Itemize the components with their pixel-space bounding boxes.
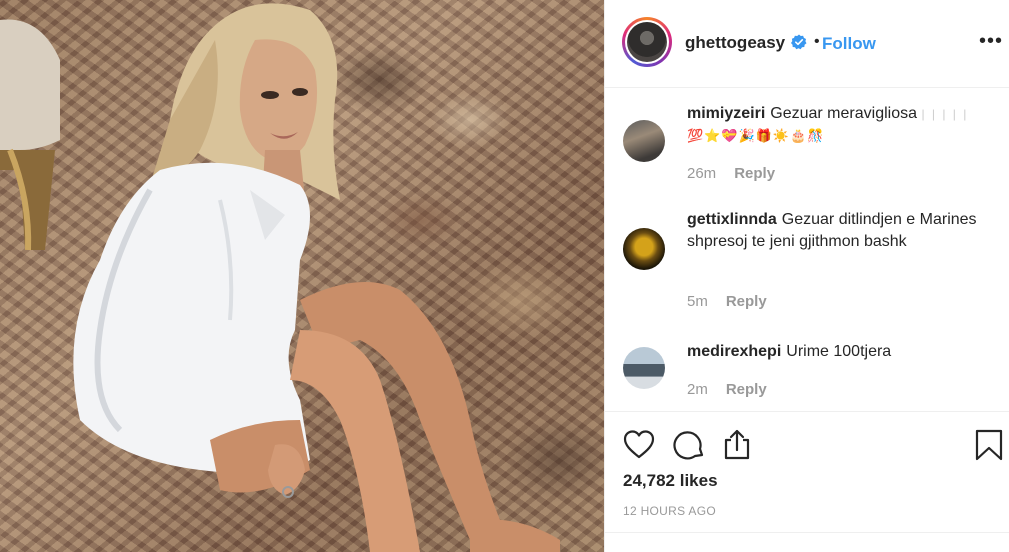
comment-body: Gezuar meravigliosa <box>770 105 917 122</box>
commenter-avatar[interactable] <box>623 228 665 270</box>
comment-item: medirexhepi Urime 100tjera 2m Reply <box>623 341 993 411</box>
post-photo[interactable] <box>0 0 604 552</box>
post-timestamp[interactable]: 12 HOURS AGO <box>623 504 716 518</box>
comment-age[interactable]: 26m <box>687 165 716 182</box>
commenter-username[interactable]: medirexhepi <box>687 343 781 360</box>
add-comment-area[interactable] <box>605 532 1009 552</box>
header-separator: • <box>814 33 820 50</box>
commenter-username[interactable]: gettixlinnda <box>687 211 777 228</box>
comment-age[interactable]: 2m <box>687 381 708 398</box>
comment-item: mimiyzeiri Gezuar meravigliosa | | | | | … <box>623 103 993 193</box>
likes-count[interactable]: 24,782 likes <box>623 471 718 491</box>
comment-body: Urime 100tjera <box>786 343 892 360</box>
comment-icon[interactable] <box>672 428 706 462</box>
heart-icon[interactable] <box>622 428 656 462</box>
comment-meta: 26m Reply <box>687 165 775 182</box>
comment-meta: 2m Reply <box>687 381 767 398</box>
bookmark-icon[interactable] <box>972 428 1006 462</box>
post-side-panel: ghettogeasy • Follow ••• mimiyzeiri Gezua… <box>604 0 1009 552</box>
reply-button[interactable]: Reply <box>726 381 767 398</box>
comment-emoji: 💯⭐💝🎉🎁☀️🎂🎊 <box>687 129 825 144</box>
commenter-avatar[interactable] <box>623 347 665 389</box>
author-username[interactable]: ghettogeasy <box>685 33 785 53</box>
post-photo-illustration <box>0 3 560 552</box>
reply-button[interactable]: Reply <box>726 293 767 310</box>
commenter-avatar[interactable] <box>623 120 665 162</box>
comment-text: mimiyzeiri Gezuar meravigliosa | | | | | … <box>687 103 987 148</box>
reply-button[interactable]: Reply <box>734 165 775 182</box>
author-avatar[interactable] <box>622 17 672 67</box>
follow-button[interactable]: Follow <box>822 34 876 54</box>
comment-text: gettixlinnda Gezuar ditlindjen e Marines … <box>687 209 987 253</box>
comment-age[interactable]: 5m <box>687 293 708 310</box>
more-options-button[interactable]: ••• <box>979 30 1003 53</box>
comment-bars: | | | | | <box>921 107 969 121</box>
commenter-username[interactable]: mimiyzeiri <box>687 105 765 122</box>
post-header: ghettogeasy • Follow ••• <box>605 0 1009 88</box>
share-icon[interactable] <box>720 428 754 462</box>
comments-list[interactable]: mimiyzeiri Gezuar meravigliosa | | | | | … <box>605 89 1009 411</box>
comment-item: gettixlinnda Gezuar ditlindjen e Marines … <box>623 209 993 319</box>
post-actions: 24,782 likes 12 HOURS AGO <box>605 411 1009 552</box>
comment-text: medirexhepi Urime 100tjera <box>687 341 987 363</box>
verified-badge-icon <box>791 34 807 50</box>
comment-meta: 5m Reply <box>687 293 767 310</box>
